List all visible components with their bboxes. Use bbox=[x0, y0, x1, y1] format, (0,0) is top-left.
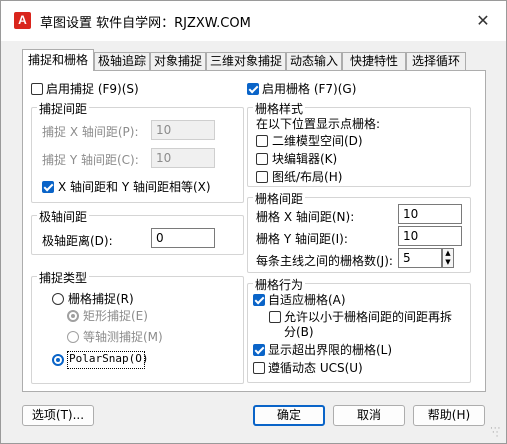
snap-x-label: 捕捉 X 轴间距(P): bbox=[42, 125, 139, 139]
snap-y-label: 捕捉 Y 轴间距(C): bbox=[42, 153, 139, 167]
grid-style-caption: 在以下位置显示点栅格: bbox=[256, 117, 381, 131]
block-editor-checkbox[interactable] bbox=[256, 153, 268, 165]
sketch-settings-dialog: A 草图设置 软件自学网：RJZXW.COM ✕ 捕捉和栅格 极轴追踪 对象捕捉… bbox=[0, 0, 507, 444]
polar-snap-label: PolarSnap(O) bbox=[69, 352, 149, 365]
tab-quick-properties[interactable]: 快捷特性 bbox=[342, 52, 406, 70]
major-line-count-input[interactable]: 5 bbox=[398, 248, 442, 268]
major-line-label: 每条主线之间的栅格数(J): bbox=[256, 254, 393, 268]
tab-polar-tracking[interactable]: 极轴追踪 bbox=[94, 52, 150, 70]
equal-xy-spacing-checkbox[interactable] bbox=[42, 181, 54, 193]
tab-dynamic-input[interactable]: 动态输入 bbox=[286, 52, 342, 70]
close-icon: ✕ bbox=[476, 11, 490, 30]
grid-y-spacing-input[interactable]: 10 bbox=[398, 226, 462, 246]
tab-selection-cycling[interactable]: 选择循环 bbox=[406, 52, 466, 70]
polar-distance-label: 极轴距离(D): bbox=[42, 234, 113, 248]
snap-type-group-label: 捕捉类型 bbox=[37, 269, 90, 286]
grid-snap-label: 栅格捕捉(R) bbox=[68, 292, 134, 306]
polar-spacing-group-label: 极轴间距 bbox=[37, 208, 90, 225]
grid-snap-radio[interactable] bbox=[52, 293, 64, 305]
equal-xy-spacing-label: X 轴间距和 Y 轴间距相等(X) bbox=[58, 180, 211, 194]
help-button[interactable]: 帮助(H) bbox=[413, 405, 485, 426]
enable-grid-label: 启用栅格 (F7)(G) bbox=[262, 82, 357, 96]
resize-grip-icon[interactable]: · · · · · · bbox=[490, 425, 502, 442]
close-button[interactable]: ✕ bbox=[463, 5, 503, 37]
display-beyond-limits-label: 显示超出界限的栅格(L) bbox=[268, 343, 393, 357]
spinner-up-icon[interactable]: ▲ bbox=[445, 249, 450, 257]
options-button[interactable]: 选项(T)... bbox=[22, 405, 94, 426]
model-space-checkbox[interactable] bbox=[256, 135, 268, 147]
enable-snap-checkbox[interactable] bbox=[31, 83, 43, 95]
window-title: 草图设置 软件自学网：RJZXW.COM bbox=[40, 16, 251, 31]
title-bar[interactable]: A 草图设置 软件自学网：RJZXW.COM ✕ bbox=[1, 1, 506, 41]
rectangular-snap-label: 矩形捕捉(E) bbox=[83, 309, 148, 323]
major-line-spinner[interactable]: ▲ ▼ bbox=[442, 248, 454, 268]
block-editor-label: 块编辑器(K) bbox=[272, 152, 338, 166]
cancel-button[interactable]: 取消 bbox=[333, 405, 405, 426]
model-space-label: 二维模型空间(D) bbox=[272, 134, 363, 148]
autocad-app-icon: A bbox=[14, 12, 31, 29]
enable-grid-checkbox[interactable] bbox=[247, 83, 259, 95]
adaptive-grid-checkbox[interactable] bbox=[253, 294, 265, 306]
follow-dynamic-ucs-checkbox[interactable] bbox=[253, 362, 265, 374]
polar-snap-radio[interactable] bbox=[52, 354, 64, 366]
grid-x-label: 栅格 X 轴间距(N): bbox=[256, 210, 355, 224]
grid-spacing-group-label: 栅格间距 bbox=[253, 190, 306, 207]
grid-y-label: 栅格 Y 轴间距(I): bbox=[256, 232, 348, 246]
tab-object-snap[interactable]: 对象捕捉 bbox=[150, 52, 206, 70]
snap-x-spacing-input[interactable]: 10 bbox=[151, 120, 215, 140]
adaptive-grid-label: 自适应栅格(A) bbox=[268, 293, 346, 307]
display-beyond-limits-checkbox[interactable] bbox=[253, 344, 265, 356]
allow-subdivide-checkbox[interactable] bbox=[269, 311, 281, 323]
grid-x-spacing-input[interactable]: 10 bbox=[398, 204, 462, 224]
ok-button[interactable]: 确定 bbox=[253, 405, 325, 426]
sheet-layout-checkbox[interactable] bbox=[256, 171, 268, 183]
rectangular-snap-radio[interactable] bbox=[67, 310, 79, 322]
snap-grid-panel: 启用捕捉 (F9)(S) 捕捉间距 捕捉 X 轴间距(P): 10 捕捉 Y 轴… bbox=[22, 70, 486, 392]
allow-subdivide-label-line2: 分(B) bbox=[284, 325, 314, 339]
spinner-down-icon[interactable]: ▼ bbox=[445, 258, 450, 266]
tab-snap-and-grid[interactable]: 捕捉和栅格 bbox=[22, 49, 94, 71]
snap-spacing-group-label: 捕捉间距 bbox=[37, 100, 90, 117]
isometric-snap-label: 等轴测捕捉(M) bbox=[83, 330, 163, 344]
snap-y-spacing-input[interactable]: 10 bbox=[151, 148, 215, 168]
sheet-layout-label: 图纸/布局(H) bbox=[272, 170, 343, 184]
isometric-snap-radio[interactable] bbox=[67, 331, 79, 343]
follow-dynamic-ucs-label: 遵循动态 UCS(U) bbox=[268, 361, 363, 375]
enable-snap-label: 启用捕捉 (F9)(S) bbox=[46, 82, 139, 96]
polar-distance-input[interactable]: 0 bbox=[151, 228, 215, 248]
tab-3d-object-snap[interactable]: 三维对象捕捉 bbox=[206, 52, 286, 70]
